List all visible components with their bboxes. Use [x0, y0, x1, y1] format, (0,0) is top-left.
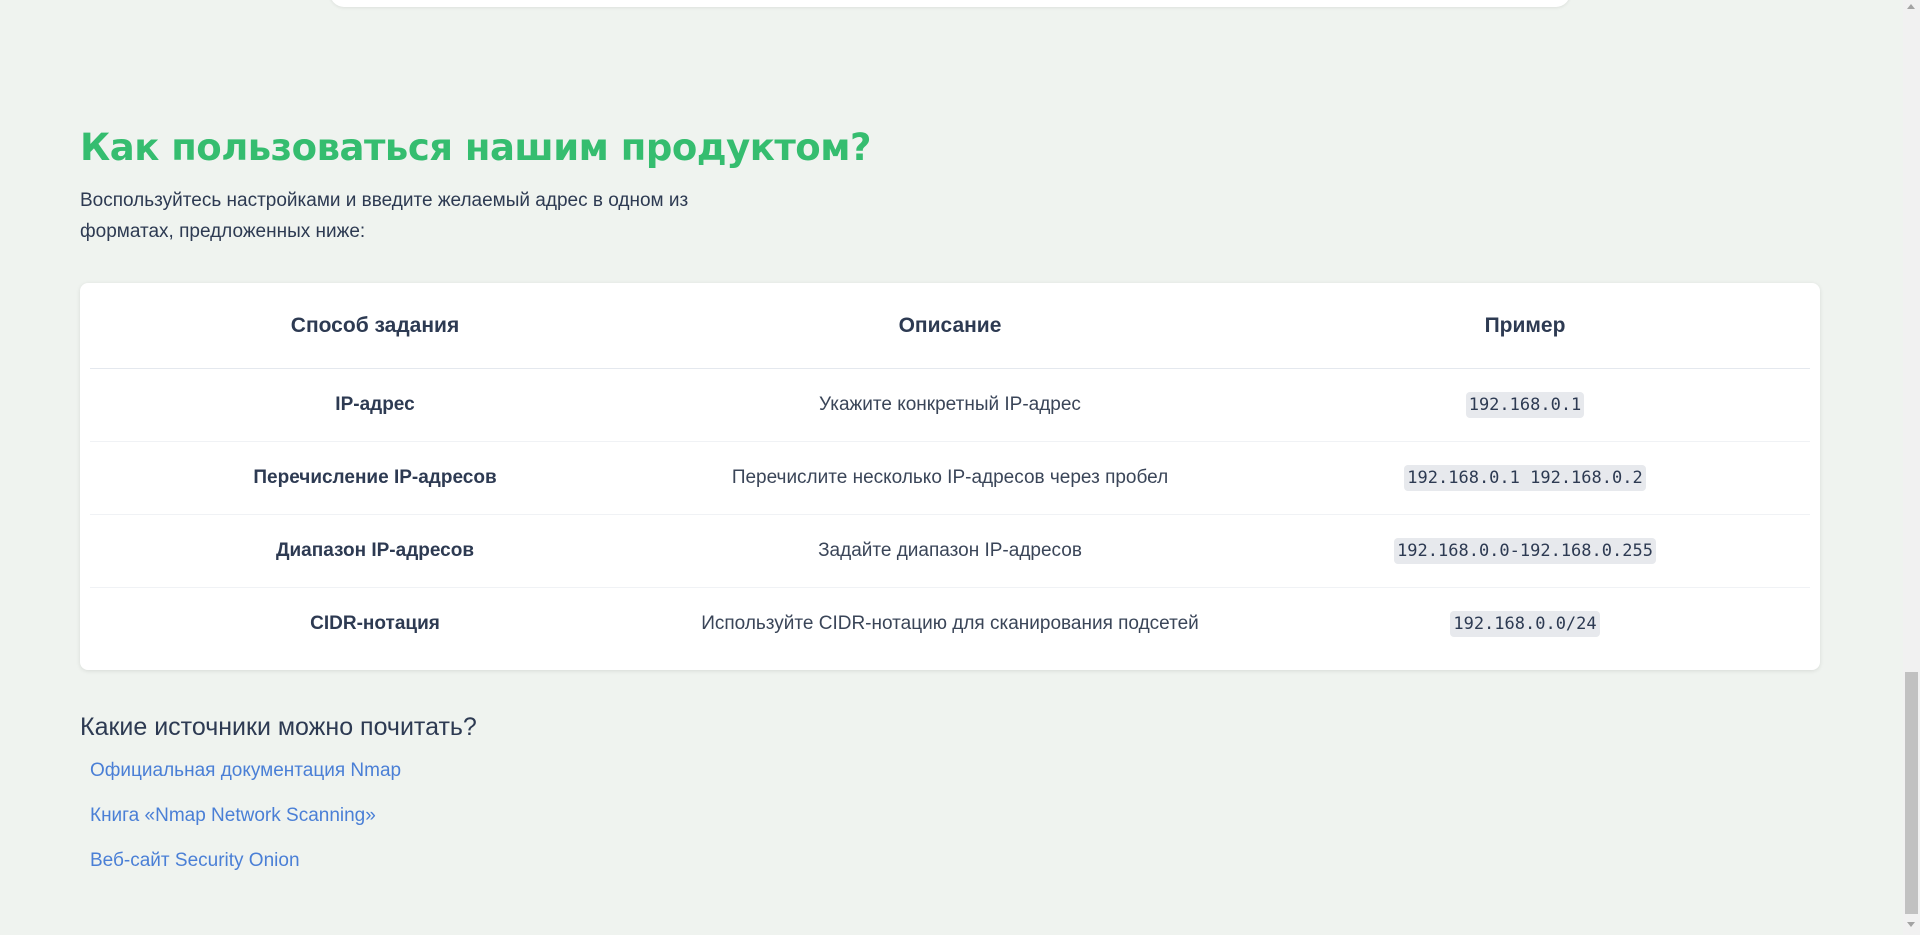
previous-section-card — [330, 0, 1570, 7]
table-row: CIDR-нотация Используйте CIDR-нотацию дл… — [90, 588, 1810, 661]
source-link-nmap-book[interactable]: Книга «Nmap Network Scanning» — [90, 805, 376, 826]
table-row: Диапазон IP-адресов Задайте диапазон IP-… — [90, 514, 1810, 588]
scroll-up-arrow-icon[interactable] — [1907, 4, 1915, 9]
row-method: Перечисление IP-адресов — [90, 441, 660, 515]
column-header-description: Описание — [660, 283, 1240, 369]
row-description: Задайте диапазон IP-адресов — [660, 514, 1240, 588]
source-link-security-onion[interactable]: Веб-сайт Security Onion — [90, 850, 300, 871]
row-example-code: 192.168.0.0/24 — [1450, 611, 1600, 637]
table-row: IP-адрес Укажите конкретный IP-адрес 192… — [90, 368, 1810, 442]
formats-table-card: Способ задания Описание Пример IP-адрес … — [80, 283, 1820, 670]
howto-heading: Как пользоваться нашим продуктом? — [80, 126, 871, 169]
row-example-cell: 192.168.0.0/24 — [1240, 588, 1810, 661]
list-item: Веб-сайт Security Onion — [90, 846, 401, 891]
row-example-cell: 192.168.0.0-192.168.0.255 — [1240, 514, 1810, 588]
table-row: Перечисление IP-адресов Перечислите неск… — [90, 441, 1810, 515]
row-description: Используйте CIDR-нотацию для сканировани… — [701, 613, 1199, 634]
formats-table: Способ задания Описание Пример IP-адрес … — [90, 283, 1810, 660]
row-method: CIDR-нотация — [310, 613, 440, 634]
row-description: Укажите конкретный IP-адрес — [660, 368, 1240, 442]
page-scrollbar[interactable] — [1903, 0, 1920, 935]
sources-heading: Какие источники можно почитать? — [80, 713, 477, 741]
row-example-code: 192.168.0.1 — [1465, 392, 1585, 418]
column-header-example: Пример — [1240, 283, 1810, 369]
howto-intro: Воспользуйтесь настройками и введите жел… — [80, 190, 689, 242]
row-method: Диапазон IP-адресов — [90, 514, 660, 588]
source-link-nmap-docs[interactable]: Официальная документация Nmap — [90, 760, 401, 781]
list-item: Книга «Nmap Network Scanning» — [90, 801, 401, 846]
row-example-cell: 192.168.0.1 — [1240, 368, 1810, 442]
scroll-down-arrow-icon[interactable] — [1907, 922, 1915, 927]
row-example-code: 192.168.0.1 192.168.0.2 — [1404, 465, 1646, 491]
row-example-code: 192.168.0.0-192.168.0.255 — [1394, 538, 1656, 564]
row-description: Перечислите несколько IP-адресов через п… — [660, 441, 1240, 515]
column-header-method: Способ задания — [90, 283, 660, 369]
scrollbar-thumb[interactable] — [1905, 672, 1918, 914]
row-method: IP-адрес — [90, 368, 660, 442]
row-example-cell: 192.168.0.1 192.168.0.2 — [1240, 441, 1810, 515]
sources-list: Официальная документация Nmap Книга «Nma… — [90, 756, 401, 891]
list-item: Официальная документация Nmap — [90, 756, 401, 801]
table-header-row: Способ задания Описание Пример — [90, 283, 1810, 369]
